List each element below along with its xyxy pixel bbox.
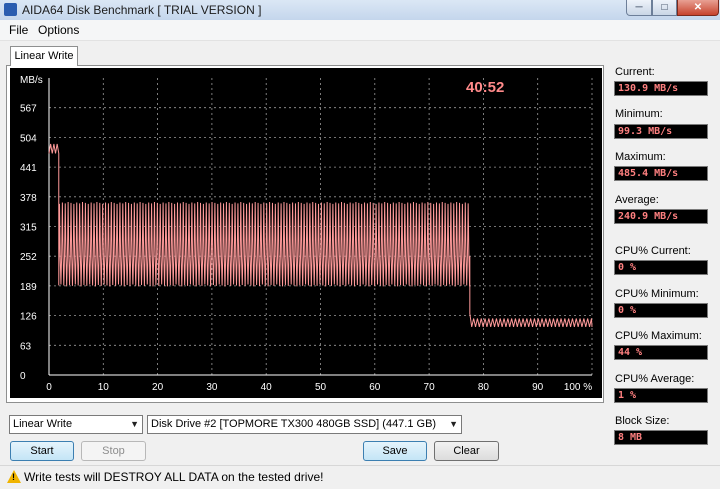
title-bar: AIDA64 Disk Benchmark [ TRIAL VERSION ] …: [0, 0, 720, 21]
y-tick-label: 378: [20, 193, 37, 204]
maximize-icon: □: [661, 2, 668, 13]
current-label: Current:: [615, 66, 655, 78]
drive-selected: Disk Drive #2 [TOPMORE TX300 480GB SSD] …: [151, 418, 437, 430]
x-tick-label: 80: [478, 382, 490, 393]
average-value: 240.9 MB/s: [614, 209, 708, 224]
menu-bar: File Options: [0, 20, 720, 41]
maximum-value: 485.4 MB/s: [614, 166, 708, 181]
cpu-average-label: CPU% Average:: [615, 373, 695, 385]
drive-select[interactable]: Disk Drive #2 [TOPMORE TX300 480GB SSD] …: [147, 415, 462, 434]
x-tick-label: 50: [315, 382, 327, 393]
minimize-button[interactable]: ─: [626, 0, 652, 16]
clear-button[interactable]: Clear: [434, 441, 499, 461]
cpu-maximum-value: 44 %: [614, 345, 708, 360]
stop-button[interactable]: Stop: [81, 441, 146, 461]
block-size-label: Block Size:: [615, 415, 670, 427]
chevron-down-icon: ▼: [130, 419, 139, 429]
test-type-selected: Linear Write: [13, 418, 73, 430]
y-tick-label: 63: [20, 341, 32, 352]
y-tick-label: 189: [20, 282, 37, 293]
x-tick-label: 90: [532, 382, 544, 393]
start-button[interactable]: Start: [10, 441, 74, 461]
warning-text: Write tests will DESTROY ALL DATA on the…: [24, 470, 324, 484]
cpu-maximum-label: CPU% Maximum:: [615, 330, 702, 342]
y-tick-label: 126: [20, 312, 37, 323]
minimize-icon: ─: [635, 2, 643, 13]
maximum-label: Maximum:: [615, 151, 666, 163]
save-button[interactable]: Save: [363, 441, 427, 461]
x-tick-label: 0: [46, 382, 52, 393]
app-icon: [4, 3, 17, 16]
x-tick-label: 20: [152, 382, 164, 393]
x-tick-label: 10: [98, 382, 110, 393]
y-tick-label: 0: [20, 371, 26, 382]
average-label: Average:: [615, 194, 659, 206]
minimum-label: Minimum:: [615, 108, 663, 120]
benchmark-chart: 0 63 126 189 252 315 378 441 504 567 0 10 20 30 40 50 6…: [10, 68, 602, 398]
cpu-current-value: 0 %: [614, 260, 708, 275]
warning-icon: !: [7, 470, 21, 483]
x-tick-label: 70: [424, 382, 436, 393]
y-tick-label: 441: [20, 163, 37, 174]
chart-background: [10, 68, 602, 398]
maximize-button[interactable]: □: [652, 0, 677, 16]
block-size-value: 8 MB: [614, 430, 708, 445]
y-tick-label: 315: [20, 223, 37, 234]
x-tick-label: 40: [261, 382, 273, 393]
menu-options[interactable]: Options: [38, 23, 79, 37]
y-axis-label: MB/s: [20, 75, 43, 86]
cpu-minimum-label: CPU% Minimum:: [615, 288, 699, 300]
test-type-select[interactable]: Linear Write ▼: [9, 415, 143, 434]
y-tick-label: 504: [20, 133, 37, 144]
window-title: AIDA64 Disk Benchmark [ TRIAL VERSION ]: [22, 3, 262, 17]
x-tick-label: 100 %: [564, 382, 592, 393]
y-tick-label: 567: [20, 104, 37, 115]
x-tick-label: 60: [369, 382, 381, 393]
x-tick-label: 30: [206, 382, 218, 393]
minimum-value: 99.3 MB/s: [614, 124, 708, 139]
y-tick-label: 252: [20, 252, 37, 263]
elapsed-timer: 40:52: [466, 79, 504, 96]
status-bar: ! Write tests will DESTROY ALL DATA on t…: [0, 465, 720, 489]
cpu-current-label: CPU% Current:: [615, 245, 691, 257]
close-button[interactable]: ✕: [677, 0, 719, 16]
current-value: 130.9 MB/s: [614, 81, 708, 96]
close-icon: ✕: [693, 2, 703, 13]
cpu-average-value: 1 %: [614, 388, 708, 403]
tab-linear-write[interactable]: Linear Write: [10, 46, 78, 66]
cpu-minimum-value: 0 %: [614, 303, 708, 318]
chevron-down-icon: ▼: [449, 419, 458, 429]
menu-file[interactable]: File: [9, 23, 28, 37]
